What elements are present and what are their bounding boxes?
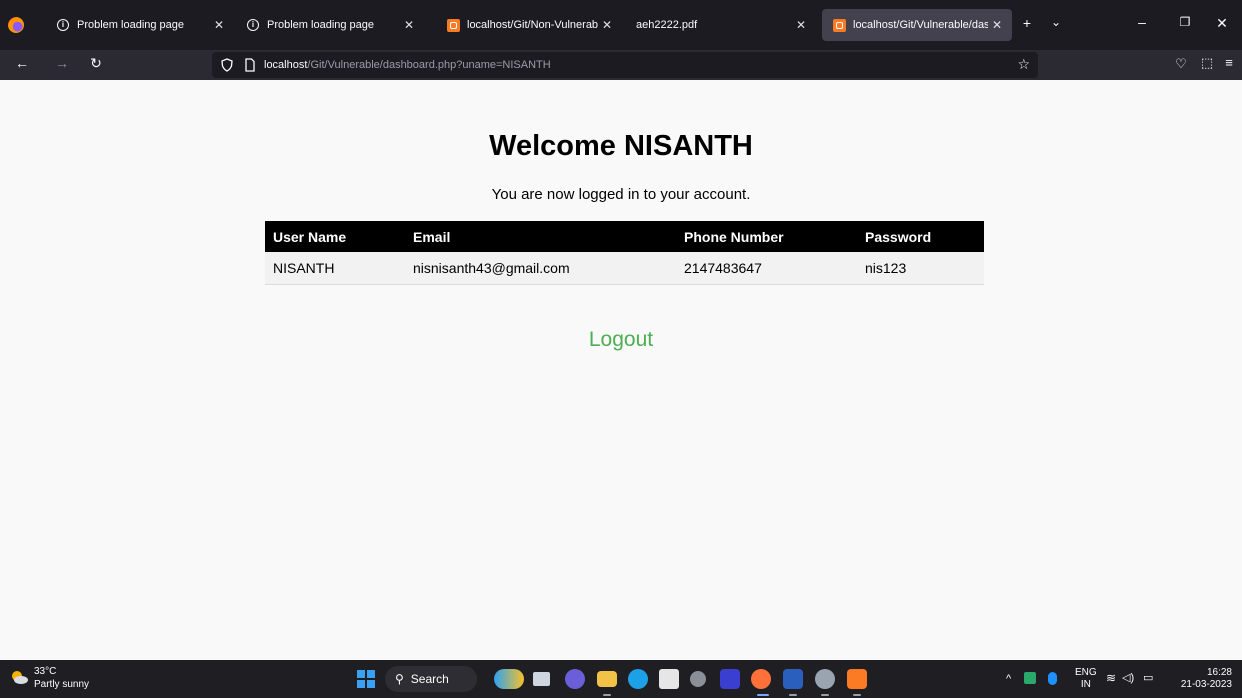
info-icon: i (246, 18, 260, 32)
clock-time: 16:28 (1206, 667, 1232, 678)
search-icon: ⚲ (395, 672, 404, 686)
firefox-taskbar-icon[interactable] (751, 669, 771, 689)
close-window-icon[interactable]: ✕ (1212, 15, 1232, 32)
close-icon[interactable]: ✕ (210, 18, 228, 32)
visual-studio-icon[interactable] (720, 669, 740, 689)
close-icon[interactable]: ✕ (400, 18, 418, 32)
tab-problem-loading-2[interactable]: i Problem loading page ✕ (236, 9, 424, 41)
url-path: /Git/Vulnerable/dashboard.php?uname=NISA… (307, 59, 551, 71)
forward-icon[interactable]: → (52, 55, 72, 71)
show-hidden-icons-chevron-icon[interactable]: ^ (1006, 673, 1011, 685)
tab-bar: i Problem loading page ✕ i Problem loadi… (0, 0, 1242, 50)
settings-gear-icon[interactable] (815, 669, 835, 689)
back-icon[interactable]: ← (12, 55, 32, 71)
reload-icon[interactable]: ↻ (86, 55, 106, 72)
table-header-row: User Name Email Phone Number Password (265, 221, 984, 252)
cell-email: nisnisanth43@gmail.com (405, 252, 676, 285)
column-header-phone: Phone Number (676, 221, 857, 252)
extensions-icon[interactable]: ⬚ (1198, 55, 1216, 71)
windows-start-icon[interactable] (357, 670, 375, 688)
page-title: Welcome NISANTH (489, 130, 753, 162)
app-running-indicator (853, 694, 861, 696)
firefox-menu-icon[interactable] (8, 17, 24, 33)
tab-pdf[interactable]: aeh2222.pdf ✕ (626, 9, 816, 41)
edge-browser-icon[interactable] (628, 669, 648, 689)
xampp-icon (832, 18, 846, 32)
bluetooth-icon[interactable] (1048, 672, 1057, 685)
region-code: IN (1080, 679, 1091, 690)
app-running-indicator (603, 694, 611, 696)
tab-vulnerable-dashboard[interactable]: localhost/Git/Vulnerable/dashb ✕ (822, 9, 1012, 41)
taskbar-search[interactable]: ⚲ Search (385, 666, 477, 692)
close-icon[interactable]: ✕ (598, 18, 616, 32)
table-row: NISANTH nisnisanth43@gmail.com 214748364… (265, 252, 984, 285)
user-details-table: User Name Email Phone Number Password NI… (265, 221, 984, 285)
cell-password: nis123 (857, 252, 984, 285)
cell-username: NISANTH (265, 252, 405, 285)
tray-app-icon[interactable] (1024, 672, 1036, 684)
language-code: ENG (1075, 667, 1097, 678)
app-running-indicator (821, 694, 829, 696)
navigation-toolbar: ← → ↻ localhost/Git/Vulnerable/dashboard… (0, 50, 1242, 80)
xampp-control-icon[interactable] (847, 669, 867, 689)
tab-problem-loading-1[interactable]: i Problem loading page ✕ (46, 9, 234, 41)
microsoft-store-icon[interactable] (659, 669, 679, 689)
widgets-app-icon[interactable] (494, 669, 524, 689)
page-info-icon[interactable] (244, 58, 256, 72)
login-status-text: You are now logged in to your account. (491, 186, 751, 203)
tab-title: Problem loading page (77, 19, 185, 31)
weather-widget[interactable]: 33°C Partly sunny (34, 665, 89, 691)
clock[interactable]: 16:28 21-03-2023 (1176, 667, 1232, 691)
partly-sunny-icon[interactable] (10, 670, 28, 684)
file-explorer-icon[interactable] (597, 671, 617, 687)
url-bar[interactable]: localhost/Git/Vulnerable/dashboard.php?u… (212, 52, 1038, 78)
app-active-indicator (757, 694, 769, 696)
url-text[interactable]: localhost/Git/Vulnerable/dashboard.php?u… (264, 59, 551, 71)
list-tabs-chevron-icon[interactable]: ⌄ (1046, 15, 1066, 29)
column-header-email: Email (405, 221, 676, 252)
battery-icon[interactable]: ▭ (1143, 672, 1153, 684)
language-indicator[interactable]: ENG IN (1075, 667, 1097, 691)
tracking-shield-icon[interactable] (220, 58, 234, 72)
search-label: Search (410, 672, 449, 686)
new-tab-icon[interactable]: + (1017, 15, 1037, 31)
info-icon: i (56, 18, 70, 32)
word-icon[interactable] (783, 669, 803, 689)
task-view-icon[interactable] (533, 672, 550, 686)
tab-title: Problem loading page (267, 19, 375, 31)
windows-taskbar: 33°C Partly sunny ⚲ Search ^ ENG IN ≋ ◁)… (0, 660, 1242, 698)
clock-date: 21-03-2023 (1180, 679, 1232, 690)
weather-description: Partly sunny (34, 679, 90, 690)
column-header-username: User Name (265, 221, 405, 252)
minimize-icon[interactable]: – (1132, 14, 1152, 30)
close-icon[interactable]: ✕ (792, 18, 810, 32)
cell-phone: 2147483647 (676, 252, 857, 285)
tab-title: aeh2222.pdf (636, 19, 698, 31)
logout-link[interactable]: Logout (0, 328, 1242, 352)
xampp-icon (446, 18, 460, 32)
teams-chat-icon[interactable] (565, 669, 585, 689)
weather-temperature: 33°C (34, 666, 57, 677)
tab-title: localhost/Git/Non-Vulnerable/d (467, 19, 598, 31)
github-desktop-icon[interactable] (690, 671, 706, 687)
hamburger-menu-icon[interactable]: ≡ (1220, 55, 1238, 70)
pocket-icon[interactable]: ♡ (1172, 56, 1190, 72)
wifi-icon[interactable]: ≋ (1106, 672, 1116, 684)
bookmark-star-icon[interactable]: ☆ (1017, 56, 1030, 73)
tab-title: localhost/Git/Vulnerable/dashb (853, 19, 988, 31)
url-host: localhost (264, 59, 308, 71)
page-content: Welcome NISANTH You are now logged in to… (0, 80, 1242, 660)
column-header-password: Password (857, 221, 984, 252)
volume-icon[interactable]: ◁) (1122, 672, 1134, 684)
app-running-indicator (789, 694, 797, 696)
restore-icon[interactable]: ❐ (1175, 15, 1195, 29)
tab-non-vulnerable[interactable]: localhost/Git/Non-Vulnerable/d ✕ (436, 9, 622, 41)
close-icon[interactable]: ✕ (988, 18, 1006, 32)
